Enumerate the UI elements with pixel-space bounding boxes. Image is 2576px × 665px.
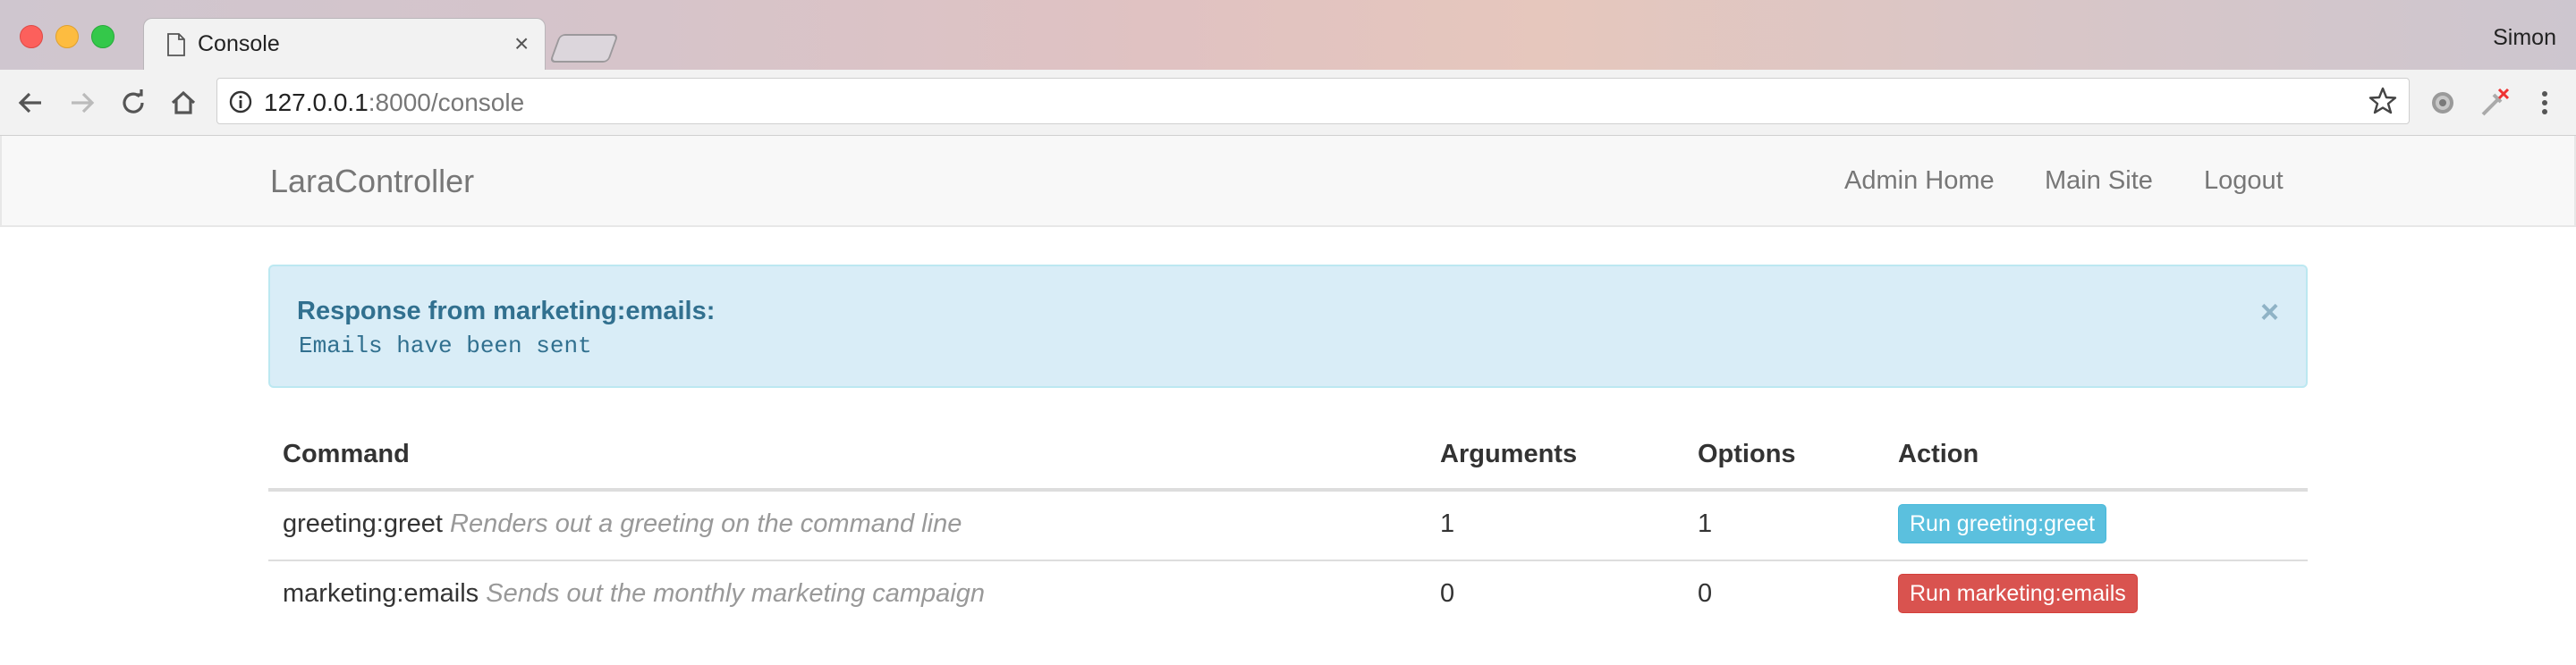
run-greeting-greet-button[interactable]: Run greeting:greet	[1898, 504, 2107, 543]
window-close-button[interactable]	[20, 25, 43, 48]
back-icon[interactable]	[14, 86, 48, 120]
command-cell: greeting:greet Renders out a greeting on…	[283, 509, 962, 539]
command-description: Sends out the monthly marketing campaign	[486, 579, 986, 608]
command-cell: marketing:emails Sends out the monthly m…	[283, 579, 985, 609]
menu-icon[interactable]	[2528, 86, 2562, 120]
browser-toolbar: 127.0.0.1:8000/console	[0, 70, 2576, 136]
url-text[interactable]: 127.0.0.1:8000/console	[264, 88, 524, 117]
options-cell: 1	[1698, 509, 1713, 538]
header-divider	[268, 488, 2308, 492]
arguments-cell: 1	[1440, 509, 1455, 538]
reload-icon[interactable]	[116, 86, 150, 120]
header-command: Command	[283, 440, 410, 468]
header-arguments: Arguments	[1440, 440, 1578, 468]
arguments-cell: 0	[1440, 579, 1455, 608]
nav-link-main-site[interactable]: Main Site	[2045, 166, 2153, 196]
row-divider	[268, 560, 2308, 561]
address-bar[interactable]: 127.0.0.1:8000/console	[216, 78, 2410, 124]
browser-tab[interactable]: Console ×	[143, 18, 546, 70]
nav-link-admin-home[interactable]: Admin Home	[1844, 166, 1995, 196]
command-name: marketing:emails	[283, 579, 479, 608]
window-minimize-button[interactable]	[55, 25, 79, 48]
run-marketing-emails-button[interactable]: Run marketing:emails	[1898, 574, 2138, 613]
star-icon[interactable]	[2368, 86, 2398, 116]
alert-title: Response from marketing:emails:	[297, 297, 716, 325]
header-options: Options	[1698, 440, 1796, 468]
response-alert: Response from marketing:emails: Emails h…	[268, 265, 2308, 388]
forward-icon[interactable]	[64, 86, 98, 120]
command-name: greeting:greet	[283, 509, 443, 538]
nav-link-logout[interactable]: Logout	[2204, 166, 2284, 196]
tab-close-icon[interactable]: ×	[514, 29, 529, 58]
command-description: Renders out a greeting on the command li…	[450, 509, 962, 538]
info-icon[interactable]	[228, 89, 253, 114]
new-tab-button[interactable]	[549, 34, 619, 63]
site-navbar: LaraController Admin Home Main Site Logo…	[0, 136, 2576, 227]
document-icon	[167, 33, 185, 56]
extension-gear-icon[interactable]	[2426, 86, 2460, 120]
profile-name[interactable]: Simon	[2493, 25, 2556, 51]
home-icon[interactable]	[166, 86, 200, 120]
tab-title: Console	[198, 31, 280, 56]
browser-titlebar: Console × Simon	[0, 0, 2576, 70]
alert-body: Emails have been sent	[299, 332, 592, 359]
extension-tool-icon[interactable]	[2478, 86, 2512, 120]
header-action: Action	[1898, 440, 1979, 468]
brand-link[interactable]: LaraController	[270, 163, 474, 200]
alert-close-icon[interactable]: ×	[2260, 293, 2279, 331]
options-cell: 0	[1698, 579, 1713, 608]
window-maximize-button[interactable]	[91, 25, 114, 48]
